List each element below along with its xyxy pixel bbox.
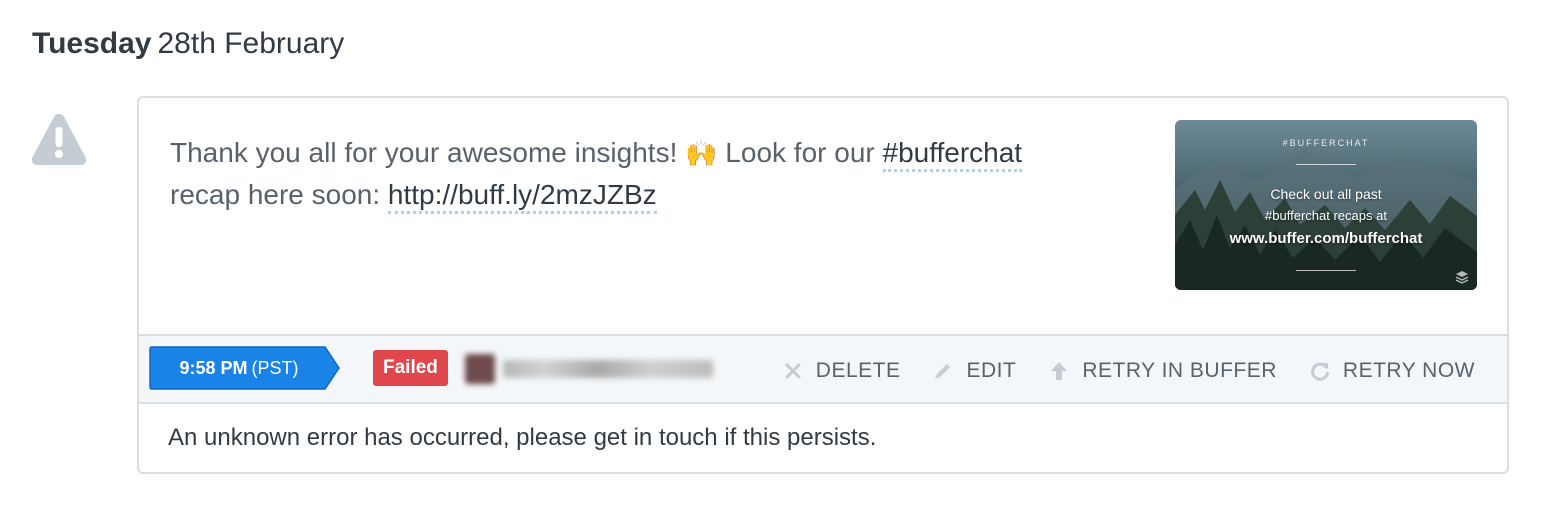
avatar	[465, 354, 495, 384]
refresh-icon	[1311, 362, 1329, 381]
scheduled-time-text: 9:58 PM (PST)	[149, 346, 329, 390]
thumbnail-line-1: Check out all past	[1270, 186, 1382, 202]
post-text-part-1: Thank you all for your awesome insights!	[170, 137, 686, 168]
warning-triangle-icon	[31, 114, 87, 165]
post-text-part-2: Look for our	[717, 137, 883, 168]
post-card: Thank you all for your awesome insights!…	[137, 96, 1509, 474]
pencil-icon	[935, 364, 951, 379]
scheduled-timezone: (PST)	[251, 358, 299, 378]
hashtag-link[interactable]: #bufferchat	[882, 137, 1023, 172]
post-text: Thank you all for your awesome insights!…	[170, 132, 1130, 215]
error-message: An unknown error has occurred, please ge…	[168, 424, 877, 451]
delete-button[interactable]: DELETE	[782, 359, 901, 383]
account-info-blurred	[461, 352, 723, 386]
retry-now-button-label: RETRY NOW	[1342, 359, 1475, 382]
account-name-blurred	[503, 360, 713, 378]
retry-in-buffer-button[interactable]: RETRY IN BUFFER	[1048, 359, 1277, 383]
post-actions: DELETE EDIT RETRY IN BUFFER RETRY NOW	[750, 336, 1475, 406]
retry-now-button[interactable]: RETRY NOW	[1309, 359, 1475, 383]
scheduled-time-tag: 9:58 PM (PST)	[149, 346, 341, 390]
post-body: Thank you all for your awesome insights!…	[139, 98, 1507, 334]
retry-in-buffer-button-label: RETRY IN BUFFER	[1082, 359, 1277, 382]
thumbnail-divider	[1296, 164, 1356, 165]
raising-hands-emoji: 🙌	[685, 138, 718, 168]
arrow-up-icon	[1051, 362, 1068, 380]
post-url-link[interactable]: http://buff.ly/2mzJZBz	[387, 179, 657, 214]
thumbnail-overlay: #BUFFERCHAT Check out all past #bufferch…	[1175, 120, 1477, 290]
edit-button[interactable]: EDIT	[932, 359, 1016, 383]
status-badge: Failed	[373, 350, 448, 386]
post-text-part-3: recap here soon:	[170, 179, 388, 210]
day-weekday: Tuesday	[32, 27, 152, 60]
layers-icon	[1455, 271, 1469, 284]
delete-button-label: DELETE	[815, 359, 901, 382]
post-footer: 9:58 PM (PST) Failed DELETE EDIT RETRY I…	[139, 334, 1507, 404]
post-image-thumbnail[interactable]: #BUFFERCHAT Check out all past #bufferch…	[1175, 120, 1477, 290]
thumbnail-divider	[1296, 270, 1356, 271]
thumbnail-line-3: www.buffer.com/bufferchat	[1229, 230, 1423, 247]
thumbnail-line-2: #bufferchat recaps at	[1265, 208, 1387, 223]
day-date: 28th February	[157, 27, 345, 60]
day-heading: Tuesday 28th February	[32, 22, 344, 66]
scheduled-time: 9:58 PM	[179, 358, 248, 378]
thumbnail-tag: #BUFFERCHAT	[1282, 138, 1370, 148]
edit-button-label: EDIT	[966, 359, 1017, 382]
close-icon	[785, 363, 801, 379]
